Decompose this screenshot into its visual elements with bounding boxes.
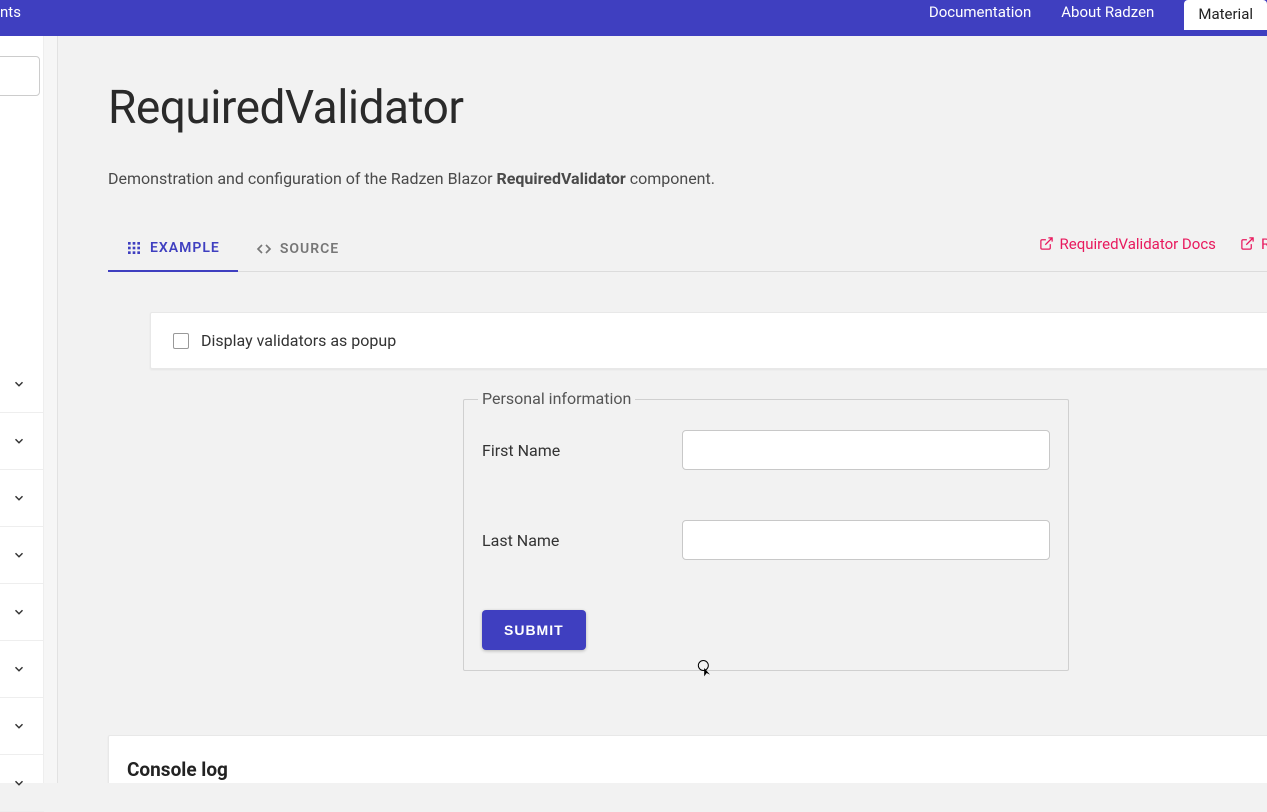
chevron-down-icon xyxy=(12,548,26,562)
sidebar-item[interactable] xyxy=(0,584,44,641)
sidebar xyxy=(0,36,58,783)
apps-icon xyxy=(126,240,142,256)
sidebar-items xyxy=(0,356,44,812)
tab-example-label: EXAMPLE xyxy=(150,240,220,256)
page-subtitle: Demonstration and configuration of the R… xyxy=(108,169,1267,188)
topbar-left-fragment: nts xyxy=(0,0,21,22)
link-second-label: Rec xyxy=(1261,235,1267,253)
page-title: RequiredValidator xyxy=(108,81,1267,135)
personal-info-fieldset: Personal information First Name Last Nam… xyxy=(463,399,1069,671)
chevron-down-icon xyxy=(12,776,26,790)
tabs-right: RequiredValidator Docs Rec xyxy=(1039,235,1267,263)
subtitle-strong: RequiredValidator xyxy=(496,169,625,188)
sidebar-item[interactable] xyxy=(0,755,44,812)
sidebar-item[interactable] xyxy=(0,470,44,527)
subtitle-post: component. xyxy=(626,169,715,188)
sidebar-item[interactable] xyxy=(0,356,44,413)
main-content: RequiredValidator Demonstration and conf… xyxy=(58,36,1267,783)
tab-example[interactable]: EXAMPLE xyxy=(108,226,238,272)
link-second[interactable]: Rec xyxy=(1240,235,1267,253)
tab-source-label: SOURCE xyxy=(280,241,339,257)
chevron-down-icon xyxy=(12,605,26,619)
console-log-title: Console log xyxy=(127,758,1259,781)
last-name-label: Last Name xyxy=(482,531,682,550)
tabs-row: EXAMPLE SOURCE RequiredValidator Docs Re… xyxy=(108,226,1267,272)
console-log-card: Console log xyxy=(108,735,1267,783)
chevron-down-icon xyxy=(12,434,26,448)
sidebar-search-box[interactable] xyxy=(0,56,40,96)
tabs-left: EXAMPLE SOURCE xyxy=(108,226,357,271)
nav-documentation[interactable]: Documentation xyxy=(929,0,1031,36)
first-name-label: First Name xyxy=(482,441,682,460)
first-name-row: First Name xyxy=(482,430,1050,470)
subtitle-pre: Demonstration and configuration of the R… xyxy=(108,169,496,188)
sidebar-item[interactable] xyxy=(0,527,44,584)
topbar-right: Documentation About Radzen Material xyxy=(929,0,1267,36)
submit-button[interactable]: SUBMIT xyxy=(482,610,586,650)
link-docs[interactable]: RequiredValidator Docs xyxy=(1039,235,1216,253)
chevron-down-icon xyxy=(12,377,26,391)
sidebar-item[interactable] xyxy=(0,413,44,470)
sidebar-scrollbar[interactable] xyxy=(43,36,57,783)
fieldset-legend: Personal information xyxy=(478,389,635,408)
popup-checkbox[interactable] xyxy=(173,333,189,349)
chevron-down-icon xyxy=(12,491,26,505)
first-name-input[interactable] xyxy=(682,430,1050,470)
popup-checkbox-row: Display validators as popup xyxy=(173,331,1247,350)
tab-source[interactable]: SOURCE xyxy=(238,226,357,271)
external-link-icon xyxy=(1039,236,1054,251)
nav-about[interactable]: About Radzen xyxy=(1061,0,1154,36)
sidebar-item[interactable] xyxy=(0,698,44,755)
theme-dropdown[interactable]: Material xyxy=(1184,0,1267,30)
sidebar-item[interactable] xyxy=(0,641,44,698)
code-icon xyxy=(256,241,272,257)
external-link-icon xyxy=(1240,236,1255,251)
last-name-row: Last Name xyxy=(482,520,1050,560)
last-name-input[interactable] xyxy=(682,520,1050,560)
chevron-down-icon xyxy=(12,662,26,676)
topbar: nts Documentation About Radzen Material xyxy=(0,0,1267,36)
chevron-down-icon xyxy=(12,719,26,733)
popup-option-card: Display validators as popup xyxy=(150,312,1267,369)
link-docs-label: RequiredValidator Docs xyxy=(1060,235,1216,253)
popup-checkbox-label: Display validators as popup xyxy=(201,331,396,350)
